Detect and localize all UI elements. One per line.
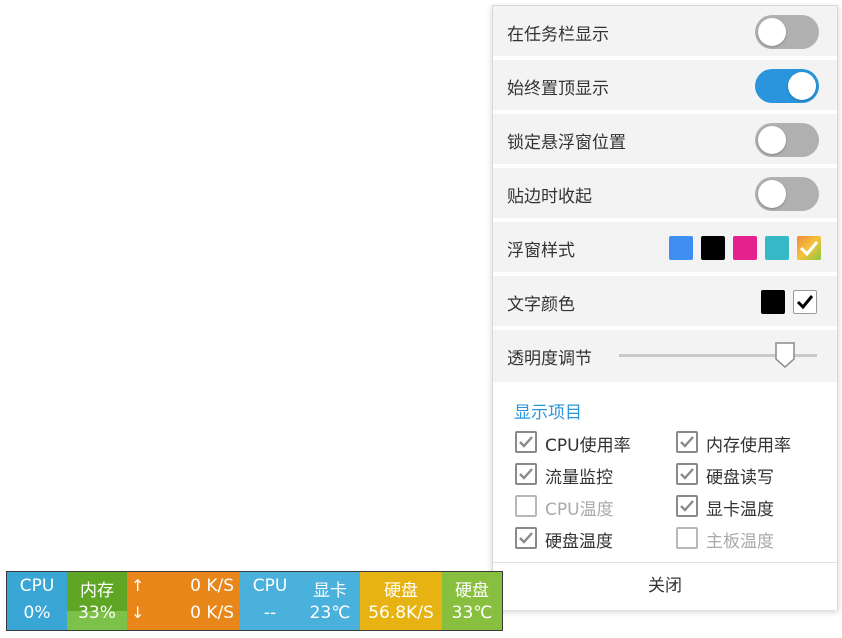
checkbox-cpu-temp[interactable] (515, 495, 537, 517)
memory-usage-cell: 内存 33% (67, 572, 127, 630)
checkmark-icon (519, 436, 533, 448)
checkbox-disk-temp[interactable] (515, 527, 537, 549)
checkmark-icon (680, 500, 694, 512)
selected-check-icon (799, 241, 819, 257)
gpu-temp-title: 显卡 (313, 581, 347, 601)
settings-panel: 在任务栏显示 始终置顶显示 锁定悬浮窗位置 贴边时收起 浮窗样式 文字颜色 透明… (492, 5, 838, 610)
download-speed-value: 0 K/S (190, 603, 234, 623)
row-window-style: 浮窗样式 (493, 222, 837, 274)
selected-check-icon (796, 295, 814, 310)
row-collapse-at-edge: 贴边时收起 (493, 168, 837, 220)
row-opacity: 透明度调节 (493, 330, 837, 382)
style-swatch-pink[interactable] (733, 236, 757, 260)
download-arrow-icon: ↓ (131, 603, 145, 622)
memory-usage-label: 内存使用率 (706, 436, 791, 456)
close-button[interactable]: 关闭 (493, 563, 837, 610)
upload-arrow-icon: ↑ (131, 576, 145, 595)
floating-monitor-bar[interactable]: CPU 0% 内存 33% ↑ 0 K/S ↓ 0 K/S CPU -- 显卡 … (6, 571, 503, 631)
disk-rw-value: 56.8K/S (368, 603, 434, 623)
cpu-usage-cell: CPU 0% (7, 572, 67, 630)
gpu-temp-cell: 显卡 23℃ (300, 572, 360, 630)
memory-usage-title: 内存 (80, 581, 114, 601)
window-style-label: 浮窗样式 (507, 241, 575, 261)
cpu-temp-title: CPU (252, 576, 288, 596)
disk-rw-cell: 硬盘 56.8K/S (360, 572, 442, 630)
traffic-monitor-label: 流量监控 (545, 468, 613, 488)
cpu-usage-label: CPU使用率 (545, 436, 631, 456)
cpu-temp-label: CPU温度 (545, 500, 614, 520)
checkmark-icon (519, 468, 533, 480)
disk-temp-cell: 硬盘 33℃ (442, 572, 502, 630)
style-swatch-black[interactable] (701, 236, 725, 260)
close-area: 关闭 (493, 562, 837, 610)
motherboard-temp-label: 主板温度 (706, 532, 774, 552)
show-in-taskbar-label: 在任务栏显示 (507, 25, 609, 45)
opacity-slider-thumb[interactable] (775, 342, 796, 368)
network-traffic-cell: ↑ 0 K/S ↓ 0 K/S (127, 572, 240, 630)
display-items-title: 显示项目 (514, 403, 582, 423)
disk-rw-label: 硬盘读写 (706, 468, 774, 488)
checkbox-gpu-temp[interactable] (676, 495, 698, 517)
checkbox-motherboard-temp[interactable] (676, 527, 698, 549)
checkbox-disk-rw[interactable] (676, 463, 698, 485)
row-lock-position: 锁定悬浮窗位置 (493, 114, 837, 166)
checkbox-traffic-monitor[interactable] (515, 463, 537, 485)
toggle-knob (758, 180, 786, 208)
memory-usage-value: 33% (78, 603, 116, 623)
cpu-usage-value: 0% (23, 603, 51, 623)
disk-temp-value: 33℃ (451, 603, 493, 623)
lock-position-toggle[interactable] (755, 123, 819, 157)
row-show-in-taskbar: 在任务栏显示 (493, 6, 837, 58)
always-on-top-label: 始终置顶显示 (507, 79, 609, 99)
cpu-temp-value: -- (263, 603, 277, 623)
gpu-temp-value: 23℃ (309, 603, 351, 623)
upload-speed-value: 0 K/S (190, 576, 234, 596)
lock-position-label: 锁定悬浮窗位置 (507, 133, 626, 153)
cpu-temp-cell: CPU -- (240, 572, 300, 630)
toggle-knob (758, 18, 786, 46)
text-color-swatch-white[interactable] (793, 290, 817, 314)
text-color-label: 文字颜色 (507, 295, 575, 315)
checkmark-icon (680, 468, 694, 480)
text-color-swatch-black[interactable] (761, 290, 785, 314)
checkmark-icon (680, 436, 694, 448)
checkmark-icon (519, 532, 533, 544)
always-on-top-toggle[interactable] (755, 69, 819, 103)
style-swatch-teal[interactable] (765, 236, 789, 260)
toggle-knob (758, 126, 786, 154)
show-in-taskbar-toggle[interactable] (755, 15, 819, 49)
opacity-label: 透明度调节 (507, 349, 592, 369)
style-swatch-gradient[interactable] (797, 236, 821, 260)
collapse-at-edge-toggle[interactable] (755, 177, 819, 211)
disk-rw-title: 硬盘 (384, 581, 418, 601)
collapse-at-edge-label: 贴边时收起 (507, 187, 592, 207)
cpu-usage-title: CPU (19, 576, 55, 596)
disk-temp-title: 硬盘 (455, 581, 489, 601)
checkbox-memory-usage[interactable] (676, 431, 698, 453)
style-swatch-blue[interactable] (669, 236, 693, 260)
toggle-knob (788, 72, 816, 100)
display-items-section: 显示项目 CPU使用率 内存使用率 流量监控 硬盘读写 CPU温度 显卡温度 硬… (493, 384, 837, 562)
row-text-color: 文字颜色 (493, 276, 837, 328)
gpu-temp-label: 显卡温度 (706, 500, 774, 520)
row-always-on-top: 始终置顶显示 (493, 60, 837, 112)
disk-temp-label: 硬盘温度 (545, 532, 613, 552)
checkbox-cpu-usage[interactable] (515, 431, 537, 453)
